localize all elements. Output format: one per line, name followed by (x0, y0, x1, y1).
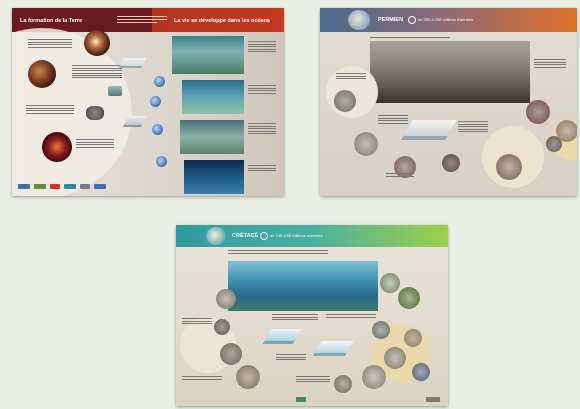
text-block (182, 375, 222, 381)
ocean-scene-2 (182, 80, 244, 114)
fossil-photo (236, 365, 260, 389)
ocean-scene-1 (172, 36, 244, 74)
poster-header: CRÉTACÉ de 145 à 65 millions d'années (176, 225, 448, 247)
logo (80, 184, 90, 189)
period-dates: de 300 à 250 millions d'années (418, 17, 474, 22)
terrain-block (120, 58, 146, 66)
intro-text (228, 249, 328, 255)
terrain-block (403, 120, 457, 136)
fossil-photo (334, 90, 356, 112)
text-block (386, 172, 414, 178)
text-block (28, 38, 72, 49)
poster-permian: PERMIEN de 300 à 250 millions d'années (320, 8, 577, 196)
earth-image-3 (42, 132, 72, 162)
ocean-scene-3 (180, 120, 244, 154)
permian-landscape (370, 41, 530, 103)
period-name: CRÉTACÉ (232, 233, 259, 239)
scene-caption (370, 36, 450, 40)
terrain-block (264, 329, 302, 341)
fossil-photo (398, 287, 420, 309)
sponsor-logos (18, 184, 118, 191)
fossil-photo (354, 132, 378, 156)
fossil-photo (380, 273, 400, 293)
text-block (26, 104, 74, 115)
text-block (76, 138, 114, 149)
rock-sample (86, 106, 104, 120)
logo (64, 184, 76, 189)
fossil-photo (216, 289, 236, 309)
text-block (248, 122, 276, 135)
text-block (72, 64, 122, 80)
fossil-photo (412, 363, 430, 381)
fossil-photo (334, 375, 352, 393)
logo (34, 184, 46, 189)
poster-header: PERMIEN de 300 à 250 millions d'années (320, 8, 577, 32)
logo (94, 184, 106, 189)
terrain-block (314, 341, 354, 353)
fossil-photo (372, 321, 390, 339)
period-dates: de 145 à 65 millions d'années (270, 233, 323, 238)
globe-icon (206, 227, 226, 245)
fossil-photo (214, 319, 230, 335)
text-block (336, 72, 366, 81)
clock-icon (260, 232, 268, 240)
text-block (248, 84, 276, 95)
ocean-scene-4 (184, 160, 244, 194)
terrain-block (108, 86, 122, 96)
text-block (272, 313, 318, 322)
fossil-photo (526, 100, 550, 124)
terrain-block (123, 116, 147, 125)
text-block (458, 120, 488, 133)
fossil-photo (442, 154, 460, 172)
fossil-photo (220, 343, 242, 365)
text-block (276, 353, 306, 362)
globe-map (150, 96, 161, 107)
fossil-photo (496, 154, 522, 180)
logo (296, 397, 306, 402)
poster-cretaceous: CRÉTACÉ de 145 à 65 millions d'années (176, 225, 448, 406)
globe-map (152, 124, 163, 135)
logo (426, 397, 440, 402)
header-text-lines (117, 14, 167, 25)
poster-earth-formation: La formation de la Terre La vie se dével… (12, 8, 284, 196)
fossil-photo (362, 365, 386, 389)
clock-icon (408, 16, 416, 24)
text-block (248, 40, 276, 53)
text-block (326, 313, 376, 319)
logo (50, 184, 60, 189)
text-block (248, 164, 276, 173)
earth-image-2 (28, 60, 56, 88)
poster-title-left: La formation de la Terre (20, 18, 83, 24)
cretaceous-ocean-scene (228, 261, 378, 311)
text-block (534, 58, 566, 69)
poster-header-right: La vie se développe dans les océans (152, 8, 284, 32)
poster-title-right: La vie se développe dans les océans (174, 18, 270, 24)
fossil-photo (556, 120, 577, 142)
period-name: PERMIEN (378, 17, 404, 23)
text-block (378, 114, 408, 125)
text-block (182, 317, 212, 326)
fossil-photo (404, 329, 422, 347)
earth-image-1 (84, 30, 110, 56)
text-block (296, 375, 330, 384)
fossil-photo (384, 347, 406, 369)
logo (18, 184, 30, 189)
globe-map (154, 76, 165, 87)
globe-icon (348, 10, 370, 30)
globe-map (156, 156, 167, 167)
